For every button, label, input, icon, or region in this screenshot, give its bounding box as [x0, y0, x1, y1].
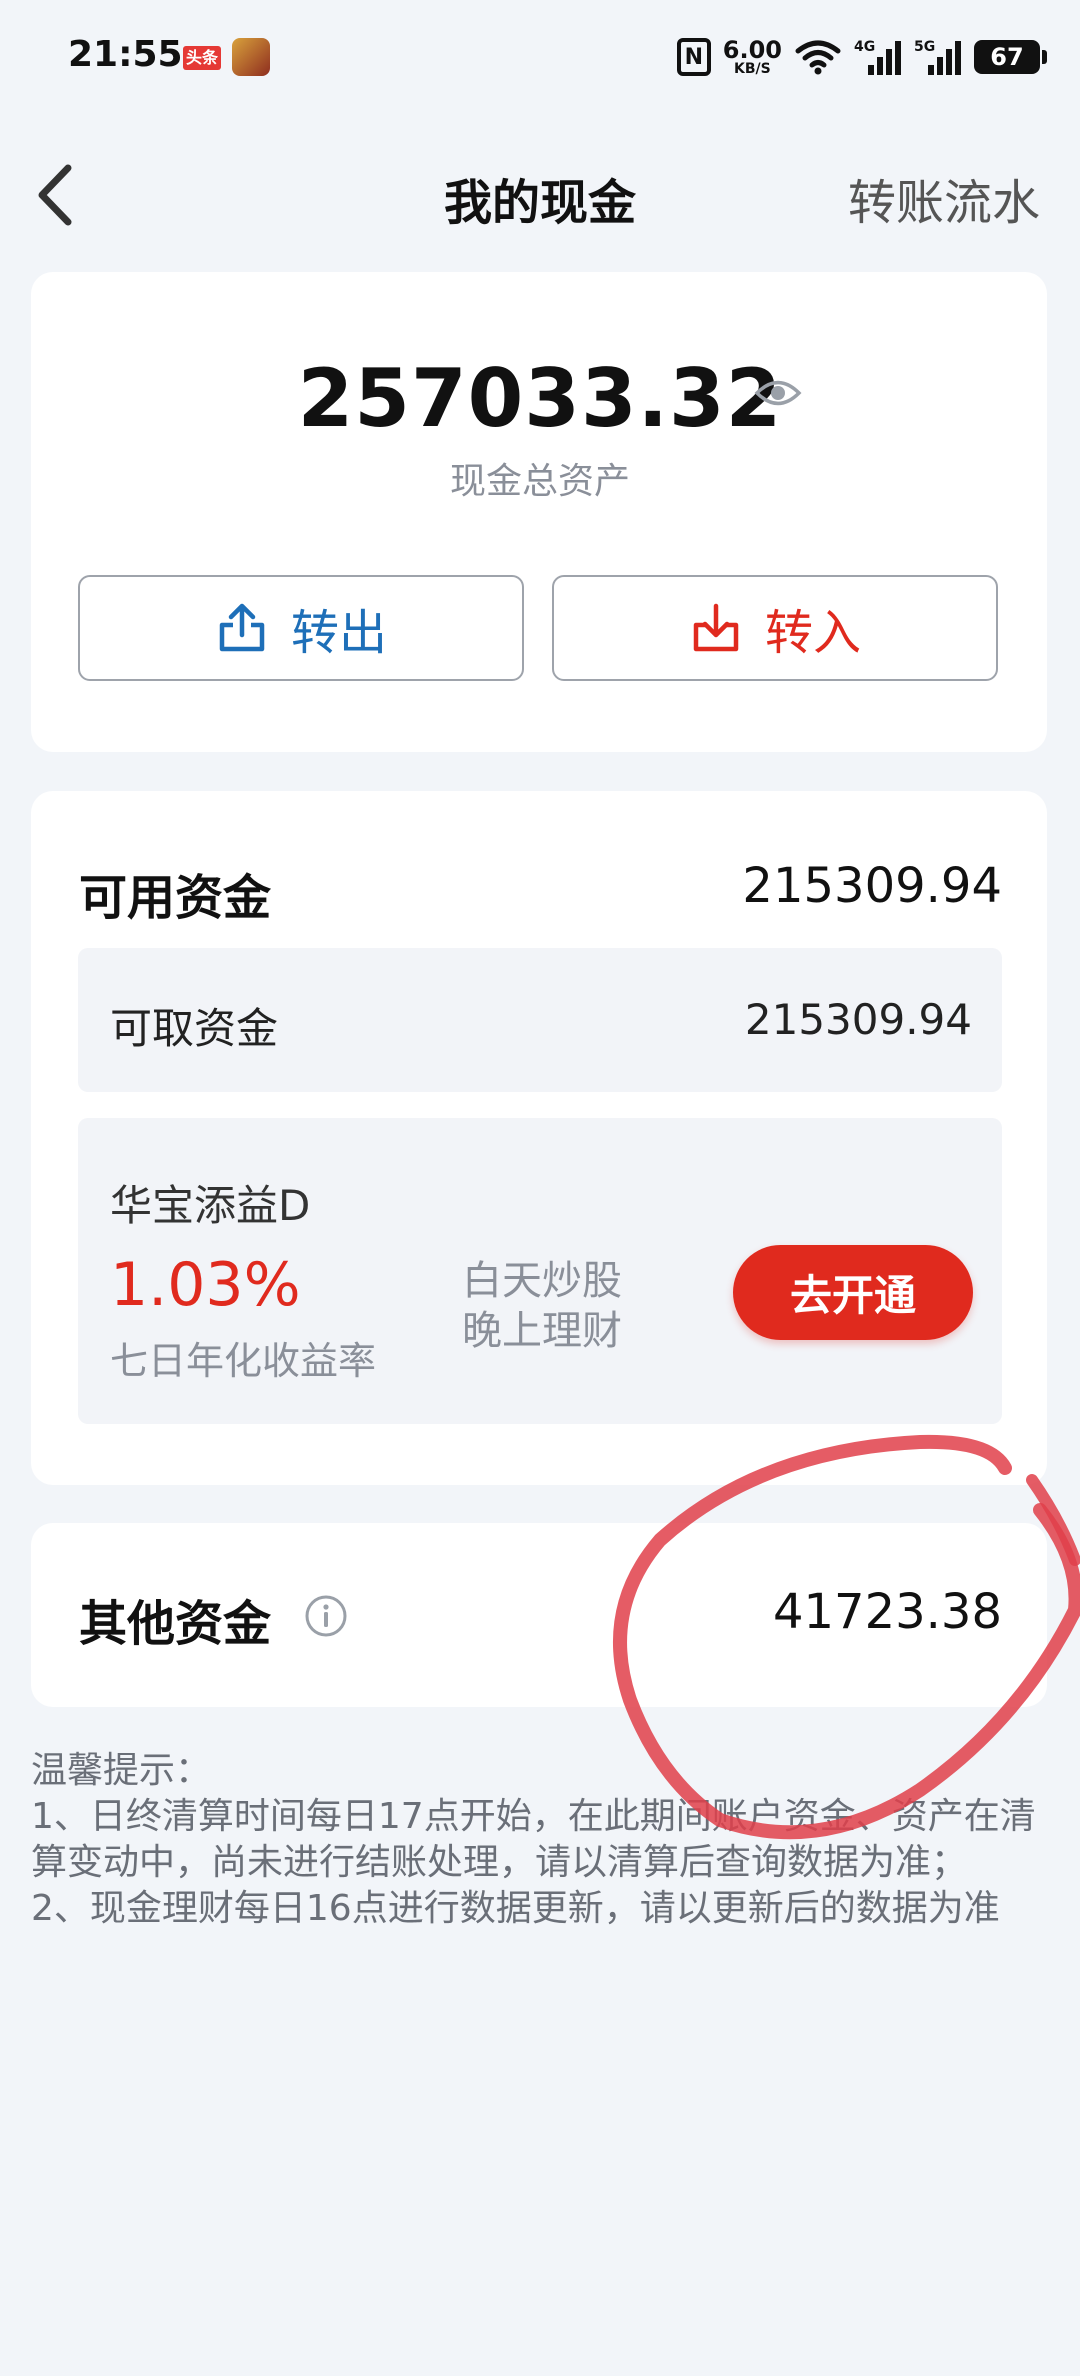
transfer-in-label: 转入 [764, 605, 861, 661]
available-funds-value: 215309.94 [742, 858, 1002, 914]
total-amount: 257033.32 [297, 352, 783, 445]
product-slogan-line2: 晚上理财 [462, 1308, 622, 1354]
tips-line-2: 2、现金理财每日16点进行数据更新，请以更新后的数据为准 [31, 1888, 1000, 1929]
total-label: 现金总资产 [449, 461, 630, 502]
net-speed: 6.00 KB/S [723, 38, 782, 76]
other-funds-label: 其他资金 [79, 1596, 272, 1652]
withdrawable-label: 可取资金 [110, 1004, 279, 1053]
product-rate: 1.03% [110, 1250, 301, 1320]
signal-5g-icon: 5G [914, 39, 962, 75]
net-speed-value: 6.00 [722, 36, 782, 64]
eye-icon[interactable] [754, 374, 802, 412]
tips-section: 温馨提示： 1、日终清算时间每日17点开始，在此期间账户资金、资产在清算变动中，… [31, 1748, 1051, 1932]
nfc-icon: N [676, 38, 711, 76]
product-rate-label: 七日年化收益率 [110, 1339, 377, 1383]
upload-icon [219, 603, 265, 652]
signal-4g-icon: 4G [854, 39, 902, 75]
battery-icon: 67 [974, 40, 1047, 74]
download-icon [693, 603, 739, 652]
status-icons: N 6.00 KB/S 4G 5G 67 [676, 34, 1047, 80]
game-app-icon [232, 38, 270, 76]
available-funds-label: 可用资金 [79, 870, 272, 926]
transfer-out-label: 转出 [290, 605, 387, 661]
transfer-log-link[interactable]: 转账流水 [848, 163, 1040, 233]
news-app-badge: 头条 [183, 46, 221, 70]
product-name: 华宝添益D [110, 1181, 311, 1230]
other-funds-value: 41723.38 [772, 1584, 1002, 1640]
net-speed-unit: KB/S [734, 61, 771, 77]
transfer-in-button[interactable]: 转入 [552, 575, 998, 681]
tips-title: 温馨提示： [31, 1750, 212, 1791]
tips-line-1: 1、日终清算时间每日17点开始，在此期间账户资金、资产在清算变动中，尚未进行结账… [31, 1796, 1036, 1883]
wifi-icon [795, 40, 841, 75]
transfer-out-button[interactable]: 转出 [78, 575, 524, 681]
open-product-button[interactable]: 去开通 [733, 1245, 973, 1340]
withdrawable-value: 215309.94 [744, 995, 972, 1044]
info-icon[interactable] [304, 1594, 348, 1638]
status-time: 21:55 [68, 34, 183, 75]
